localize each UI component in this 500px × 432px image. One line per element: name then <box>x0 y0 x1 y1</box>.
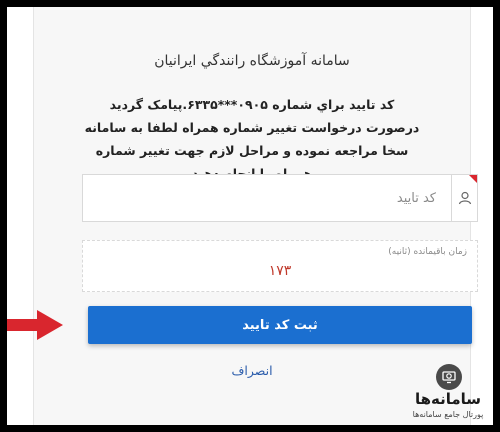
timer-value: ۱۷۳ <box>268 263 292 279</box>
submit-code-button[interactable]: ثبت کد تاييد <box>88 306 472 344</box>
user-icon <box>451 175 477 221</box>
arrow-right-icon <box>7 310 63 340</box>
verification-message: کد تاييد براي شماره ۰۹۰۵***۶۳۳۵.پيامک گر… <box>84 97 420 181</box>
dialog-title: سامانه آموزشگاه رانندگي ايرانيان <box>154 53 350 69</box>
timer-label: زمان باقيمانده (ثانيه) <box>388 247 467 257</box>
verification-dialog: سامانه آموزشگاه رانندگي ايرانيان کد تايي… <box>33 7 478 425</box>
logo: سامانه‌ها پورتال جامع سامانه‌ها <box>403 364 493 422</box>
logo-name: سامانه‌ها <box>414 390 482 408</box>
code-input-group <box>82 174 478 222</box>
screenshot-frame: سامانه آموزشگاه رانندگي ايرانيان کد تايي… <box>7 7 493 425</box>
logo-tagline: پورتال جامع سامانه‌ها <box>412 410 484 419</box>
timer-box: زمان باقيمانده (ثانيه) ۱۷۳ <box>82 240 478 292</box>
monitor-search-icon <box>436 364 462 390</box>
verification-code-input[interactable] <box>83 175 450 221</box>
